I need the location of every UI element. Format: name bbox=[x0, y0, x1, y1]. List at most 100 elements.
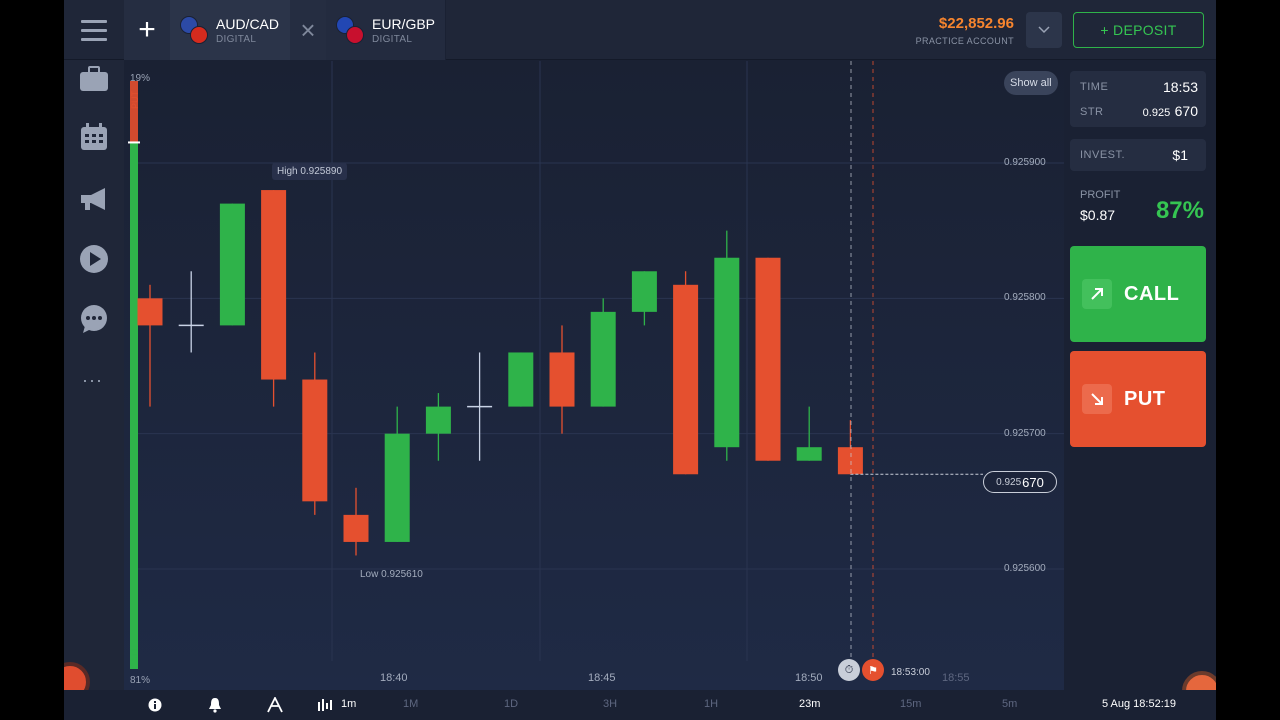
time-strike-box[interactable]: TIME 18:53 STR 0.925 670 bbox=[1070, 71, 1206, 127]
profit-box: PROFIT $0.87 bbox=[1080, 189, 1120, 223]
put-button[interactable]: PUT bbox=[1070, 351, 1206, 447]
price-tick: 0.925800 bbox=[1004, 292, 1046, 303]
balance-amount: $22,852.96 bbox=[938, 15, 1014, 32]
deposit-button[interactable]: + DEPOSIT bbox=[1073, 12, 1204, 48]
low-price-label: Low 0.925610 bbox=[360, 569, 423, 580]
candle-body bbox=[137, 298, 163, 326]
timeframe-1m[interactable]: 1m bbox=[341, 698, 356, 710]
timeframe-23m[interactable]: 23m bbox=[799, 698, 820, 710]
call-side-label: CALL bbox=[130, 646, 140, 669]
ratio-divider bbox=[128, 141, 140, 144]
chevron-down-icon[interactable] bbox=[1026, 12, 1062, 48]
candle-body bbox=[508, 352, 534, 407]
top-bar: + AUD/CAD DIGITAL × EUR/GBP DIGITAL $22,… bbox=[64, 0, 1216, 60]
finish-flag-icon[interactable]: ⚑ bbox=[862, 659, 884, 681]
arrow-up-right-icon bbox=[1082, 279, 1112, 309]
calendar-icon[interactable] bbox=[79, 122, 109, 152]
play-icon[interactable] bbox=[79, 244, 109, 274]
strike-label: STR bbox=[1080, 106, 1104, 118]
candle-body bbox=[219, 203, 245, 326]
candle-body bbox=[425, 406, 451, 434]
timeframe-1H[interactable]: 1H bbox=[704, 698, 718, 710]
candle-body bbox=[714, 257, 740, 448]
strike-prefix: 0.925 bbox=[1142, 107, 1171, 119]
plus-icon: + bbox=[138, 13, 156, 46]
hamburger-icon[interactable] bbox=[64, 0, 124, 60]
close-icon[interactable]: × bbox=[290, 0, 326, 60]
candle-body bbox=[384, 433, 410, 542]
show-all-button[interactable]: Show all bbox=[1004, 71, 1058, 95]
candles-icon[interactable] bbox=[316, 696, 334, 714]
briefcase-icon[interactable] bbox=[79, 64, 109, 94]
current-price-suffix: 670 bbox=[1022, 474, 1044, 490]
price-chart[interactable]: 19% 81% PUT CALL Show all 0.925900 0.925… bbox=[124, 61, 1064, 690]
asset-kind: DIGITAL bbox=[372, 33, 413, 45]
timeframe-5m[interactable]: 5m bbox=[1002, 698, 1017, 710]
candle-body bbox=[755, 257, 781, 461]
put-label: PUT bbox=[1124, 387, 1166, 410]
current-price-prefix: 0.925 bbox=[996, 476, 1022, 488]
eur-gbp-flag-icon bbox=[336, 16, 364, 44]
candlestick-chart bbox=[124, 61, 1064, 690]
price-tick: 0.925900 bbox=[1004, 157, 1046, 168]
candle-body bbox=[631, 271, 657, 312]
candle-body bbox=[837, 447, 863, 475]
time-label: TIME bbox=[1080, 81, 1109, 93]
price-tick: 0.925600 bbox=[1004, 563, 1046, 574]
arrow-down-right-icon bbox=[1082, 384, 1112, 414]
candle-body bbox=[796, 447, 822, 461]
aud-cad-flag-icon bbox=[180, 16, 208, 44]
asset-tab-aud-cad[interactable]: AUD/CAD DIGITAL bbox=[170, 0, 290, 60]
timeframe-3H[interactable]: 3H bbox=[603, 698, 617, 710]
time-tick: 18:50 bbox=[795, 672, 823, 684]
call-ratio-bar bbox=[130, 142, 138, 670]
invest-box[interactable]: INVEST. $1 bbox=[1070, 139, 1206, 171]
asset-tab-eur-gbp[interactable]: EUR/GBP DIGITAL bbox=[326, 0, 446, 60]
call-percentage: 81% bbox=[130, 675, 151, 686]
time-tick: 18:40 bbox=[380, 672, 408, 684]
trade-panel: TIME 18:53 STR 0.925 670 INVEST. $1 PROF… bbox=[1064, 61, 1216, 711]
account-type: PRACTICE ACCOUNT bbox=[915, 36, 1014, 46]
put-percentage: 19% bbox=[130, 73, 151, 84]
letterbox-left bbox=[0, 0, 64, 720]
bottom-bar: 1m 1M 1D 3H 1H 23m 15m 5m 5 Aug 18:52:19 bbox=[64, 690, 1216, 720]
profit-label: PROFIT bbox=[1080, 189, 1121, 201]
candle-body bbox=[261, 190, 287, 380]
current-price-label: 0.925 670 bbox=[983, 471, 1057, 493]
more-icon[interactable]: ··· bbox=[82, 370, 103, 391]
profit-percentage: 87% bbox=[1155, 197, 1204, 224]
asset-name: EUR/GBP bbox=[372, 15, 436, 32]
left-sidebar: ··· bbox=[64, 60, 124, 702]
account-balance[interactable]: $22,852.96 PRACTICE ACCOUNT bbox=[916, 15, 1014, 46]
letterbox-right bbox=[1216, 0, 1280, 720]
stopwatch-icon[interactable]: ⏱ bbox=[838, 659, 860, 681]
bell-icon[interactable] bbox=[206, 696, 224, 714]
info-icon[interactable] bbox=[146, 696, 164, 714]
candle-body bbox=[673, 284, 699, 475]
next-expiry-time: 18:55 bbox=[942, 672, 970, 684]
indicators-icon[interactable] bbox=[266, 696, 284, 714]
timeframe-15m[interactable]: 15m bbox=[900, 698, 921, 710]
server-datetime: 5 Aug 18:52:19 bbox=[1101, 698, 1176, 710]
candle-body bbox=[549, 352, 575, 407]
call-button[interactable]: CALL bbox=[1070, 246, 1206, 342]
time-value: 18:53 bbox=[1162, 79, 1198, 95]
price-tick: 0.925700 bbox=[1004, 428, 1046, 439]
megaphone-icon[interactable] bbox=[79, 184, 109, 214]
asset-kind: DIGITAL bbox=[216, 33, 257, 45]
chat-icon[interactable] bbox=[79, 304, 109, 334]
high-price-label: High 0.925890 bbox=[272, 163, 348, 180]
strike-suffix: 670 bbox=[1174, 103, 1198, 119]
timeframe-1M[interactable]: 1M bbox=[403, 698, 418, 710]
asset-name: AUD/CAD bbox=[216, 15, 280, 32]
invest-value: $1 bbox=[1172, 147, 1188, 163]
add-asset-button[interactable]: + bbox=[124, 0, 170, 60]
time-tick: 18:45 bbox=[588, 672, 616, 684]
trading-app: + AUD/CAD DIGITAL × EUR/GBP DIGITAL $22,… bbox=[64, 0, 1216, 720]
candle-body bbox=[590, 311, 616, 407]
put-side-label: PUT bbox=[130, 91, 140, 109]
invest-label: INVEST. bbox=[1080, 149, 1126, 161]
timeframe-1D[interactable]: 1D bbox=[504, 698, 518, 710]
profit-amount: $0.87 bbox=[1080, 207, 1116, 223]
call-label: CALL bbox=[1124, 282, 1180, 305]
